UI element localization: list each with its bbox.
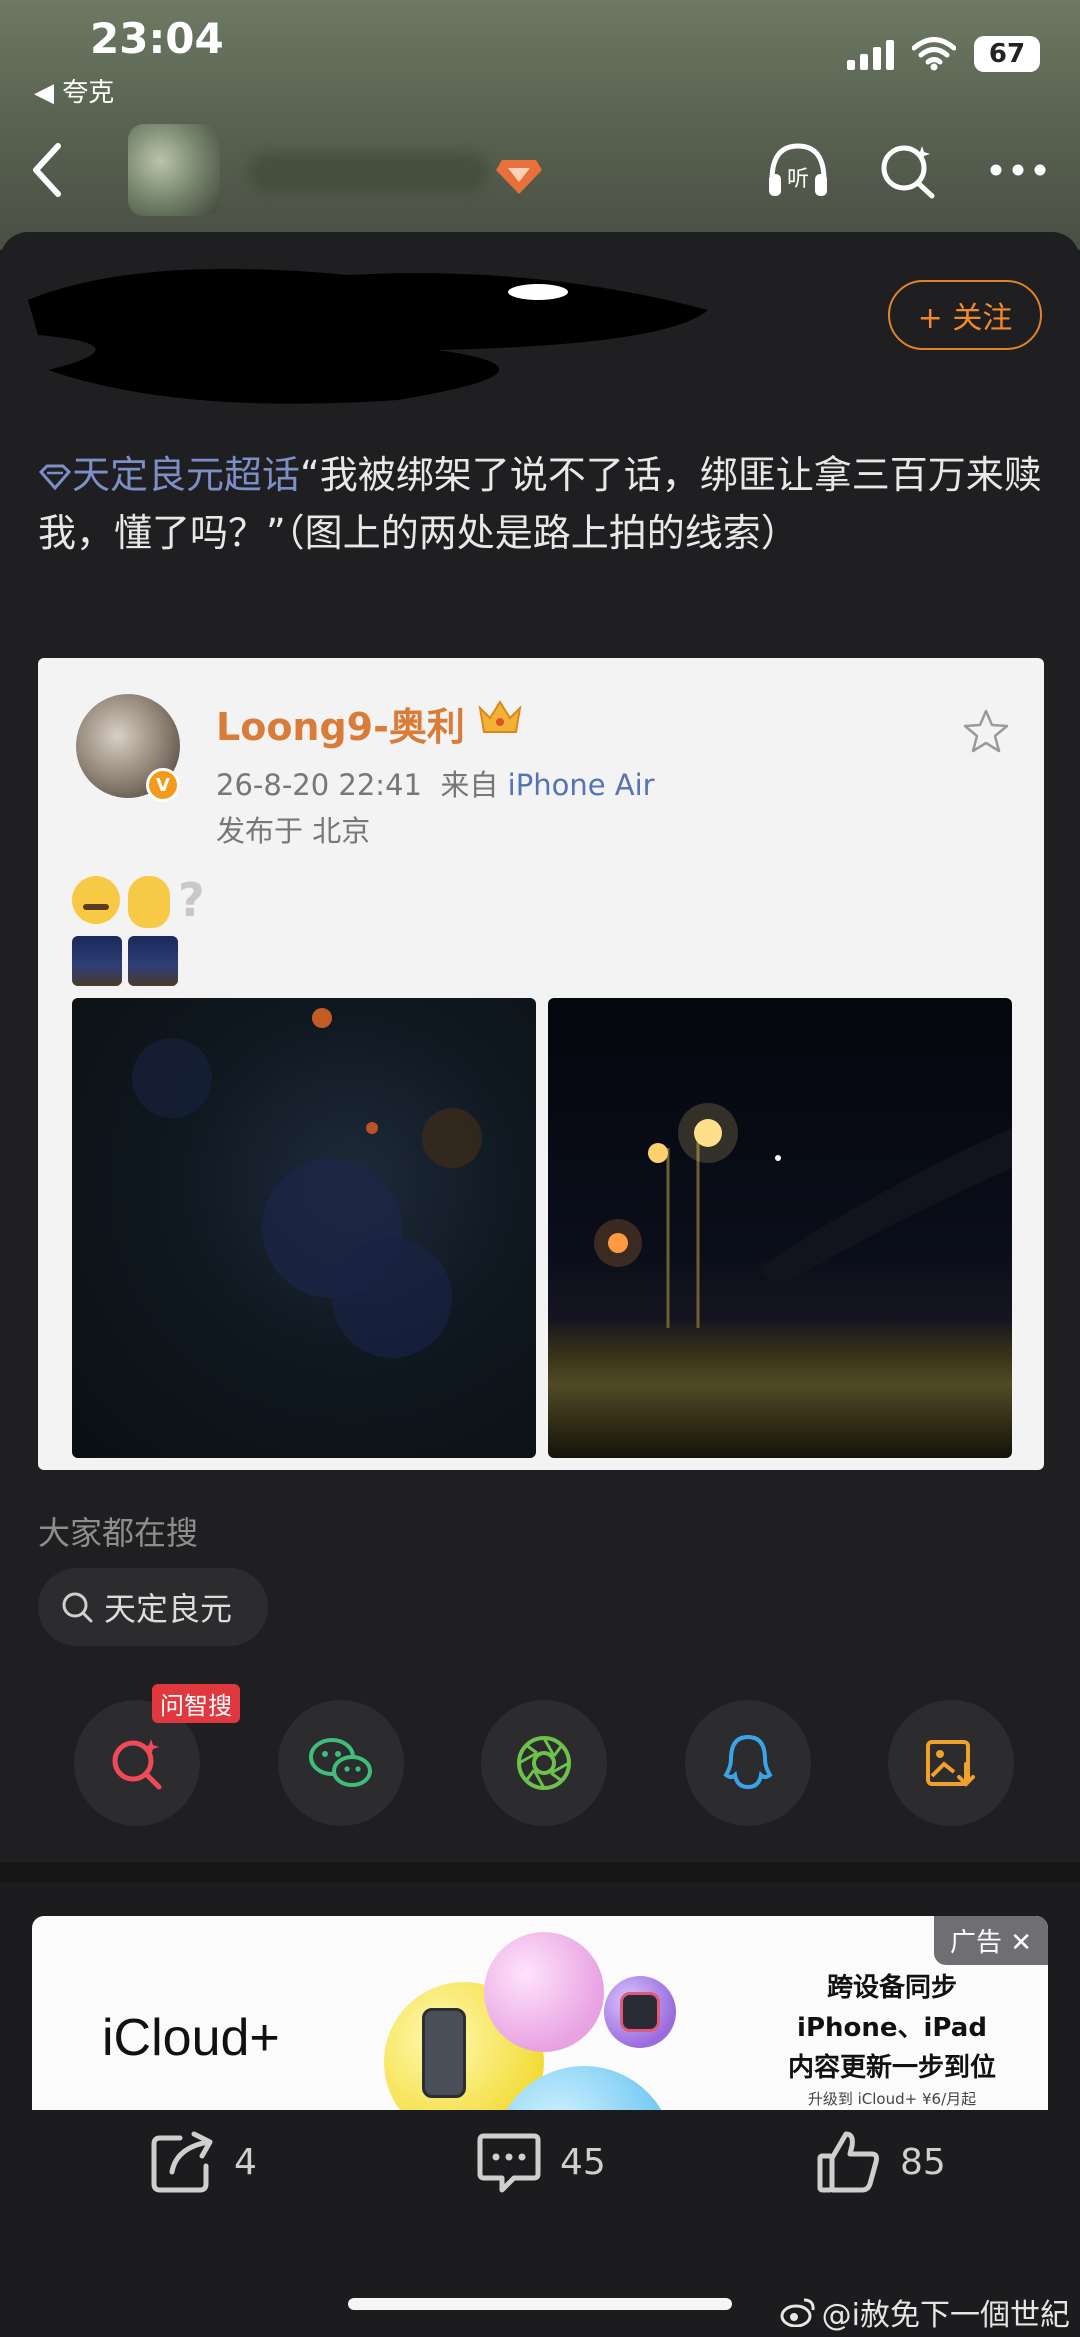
watermark-handle: @i赦免下一個世紀 — [821, 2298, 1070, 2333]
repost-count: 4 — [234, 2141, 257, 2183]
weibo-logo-icon — [780, 2298, 815, 2327]
ad-small-print: 升级到 iCloud+ ¥6/月起 — [807, 2090, 977, 2108]
supertopic-diamond-icon — [38, 464, 72, 490]
ad-brand: iCloud+ — [102, 2009, 280, 2067]
more-options-icon[interactable] — [986, 138, 1050, 202]
smart-search-icon[interactable] — [876, 138, 940, 202]
battery-indicator: 67 — [974, 36, 1040, 72]
redaction-scribble — [28, 268, 708, 404]
ad-watch-icon — [620, 1992, 660, 2032]
ad-bubble-pink — [484, 1932, 604, 2052]
share-row: 问智搜 — [74, 1684, 1014, 1826]
trending-search-pill[interactable]: 天定良元 — [38, 1568, 269, 1646]
ask-smart-search-button[interactable]: 问智搜 — [74, 1684, 240, 1826]
listen-headphone-icon[interactable]: 听 — [766, 138, 830, 202]
wifi-icon — [912, 37, 956, 71]
verified-badge-icon: V — [146, 768, 180, 802]
embedded-location: 发布于 北京 — [216, 814, 371, 848]
trending-query: 天定良元 — [104, 1590, 233, 1628]
ok-hand-emoji-icon — [128, 876, 170, 928]
save-image-icon — [926, 1740, 975, 1787]
crown-icon — [478, 700, 522, 733]
back-to-app-link[interactable]: ◀ 夸克 — [34, 72, 114, 109]
comment-bubble-icon — [477, 2133, 541, 2193]
comment-count: 45 — [560, 2141, 606, 2183]
back-arrow-icon[interactable] — [28, 140, 68, 200]
trending-title: 大家都在搜 — [38, 1514, 199, 1552]
embedded-date: 26-8-20 22:41 — [216, 768, 422, 802]
zipper-mouth-emoji-icon — [72, 876, 120, 924]
share-qq-button[interactable] — [684, 1700, 811, 1826]
embedded-emoji-row: ? — [72, 876, 205, 928]
ad-copy: 跨设备同步 iPhone、iPad 内容更新一步到位 — [752, 1968, 1032, 2088]
home-indicator[interactable] — [348, 2298, 732, 2310]
ad-line1: 跨设备同步 — [826, 1973, 957, 2003]
aperture-moments-icon — [517, 1736, 571, 1790]
like-count: 85 — [900, 2141, 946, 2183]
author-name-redacted — [248, 152, 488, 192]
embedded-meta: 26-8-20 22:41 来自 iPhone Air — [216, 762, 655, 804]
thumbs-up-icon — [817, 2131, 879, 2193]
embedded-source-prefix: 来自 — [440, 768, 499, 802]
icloud-advertisement[interactable]: iCloud+ 跨设备同步 iPhone、iPad 内容更新一步到位 升级到 i… — [32, 1916, 1048, 2126]
wechat-icon — [308, 1738, 372, 1787]
repost-share-icon — [151, 2131, 213, 2193]
embedded-author-name: Loong9-奥利 — [216, 705, 465, 749]
ad-line3: 内容更新一步到位 — [787, 2053, 996, 2083]
embedded-device: iPhone Air — [507, 768, 655, 802]
level-badge-icon — [496, 160, 542, 194]
save-image-button[interactable] — [888, 1700, 1014, 1826]
embedded-photo-flowers — [72, 998, 536, 1458]
qq-penguin-icon — [722, 1734, 773, 1790]
section-divider — [0, 1862, 1080, 1882]
question-mark-emoji: ? — [178, 873, 205, 927]
status-icons: 67 — [847, 36, 1040, 72]
embedded-photo-streetlights — [548, 998, 1012, 1458]
embedded-screenshot[interactable]: V Loong9-奥利 26-8-20 22:41 来自 iPhone Air … — [38, 658, 1044, 1470]
post-body: 天定良元超话“我被绑架了说不了话，绑匪让拿三百万来赎我，懂了吗？”（图上的两处是… — [38, 446, 1042, 562]
ad-line2: iPhone、iPad — [797, 2013, 987, 2043]
share-moments-button[interactable] — [481, 1700, 607, 1826]
svg-text:听: 听 — [787, 167, 809, 192]
cellular-signal-icon — [847, 38, 894, 70]
weibo-watermark: @i赦免下一個世紀 — [780, 2290, 1070, 2334]
supertopic-link[interactable]: 天定良元超话 — [72, 453, 300, 497]
night-city-emoji-icons — [72, 936, 178, 986]
repost-action[interactable]: 4 — [150, 2130, 257, 2194]
star-icon — [963, 709, 1009, 753]
header-actions: 听 — [766, 138, 1050, 202]
share-wechat-button[interactable] — [277, 1700, 404, 1826]
comment-action[interactable]: 45 — [476, 2130, 606, 2194]
author-avatar[interactable] — [128, 124, 220, 216]
status-time: 23:04 — [90, 14, 224, 63]
ask-badge: 问智搜 — [152, 1684, 240, 1723]
like-action[interactable]: 85 — [816, 2130, 946, 2194]
ad-close-tag[interactable]: 广告 ✕ — [933, 1916, 1048, 1965]
ai-search-icon — [112, 1739, 162, 1790]
ad-iphone-icon — [422, 2008, 466, 2098]
search-icon — [62, 1592, 93, 1623]
follow-button[interactable]: + 关注 — [888, 280, 1042, 350]
